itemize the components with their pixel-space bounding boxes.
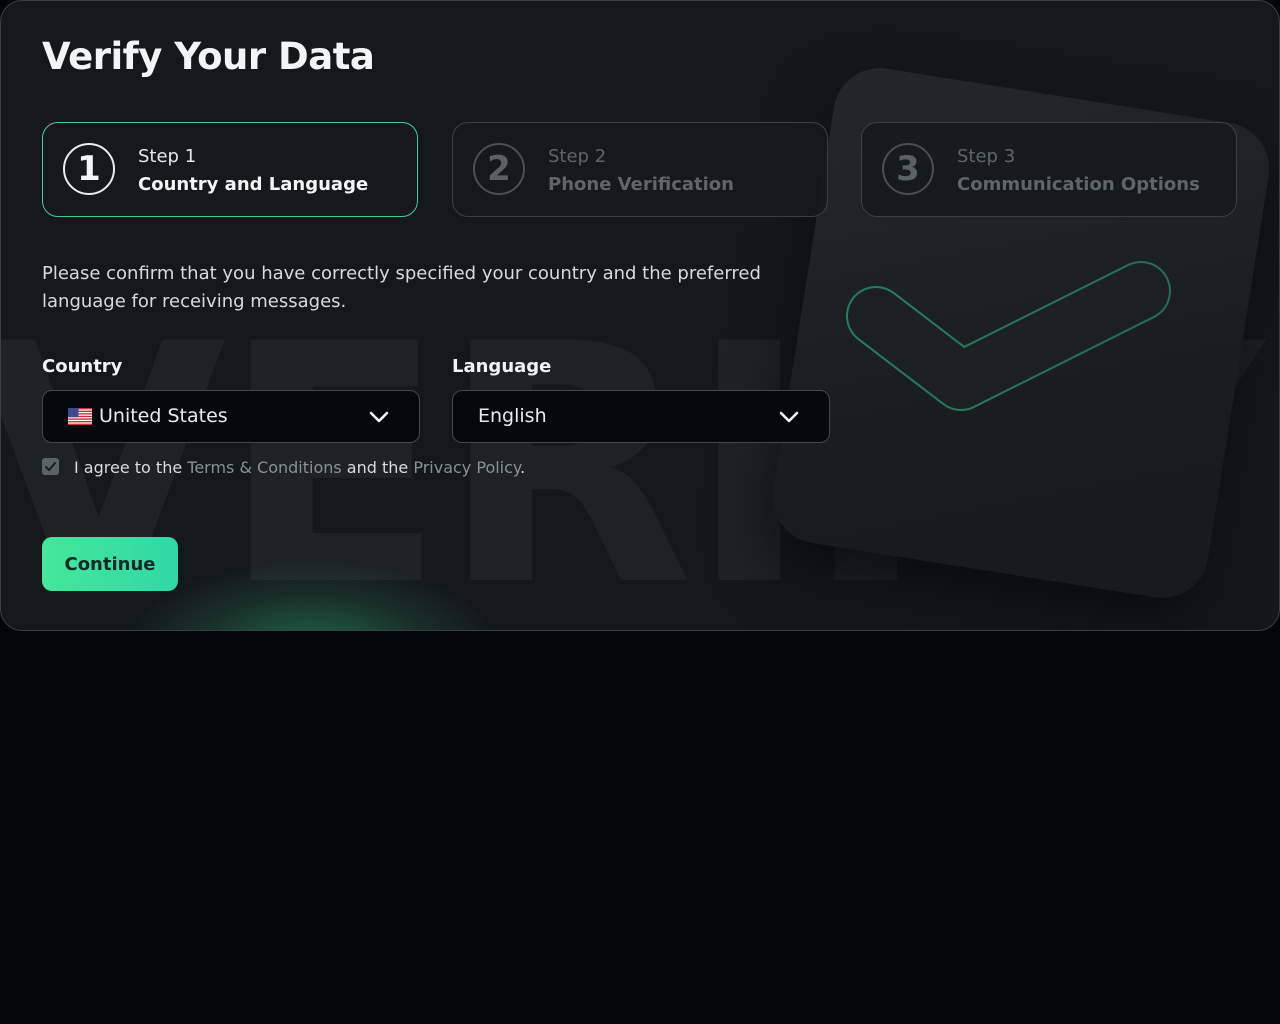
country-label: Country: [42, 356, 123, 377]
agreement-middle: and the: [341, 458, 414, 477]
chevron-down-icon: [779, 411, 799, 423]
description-text: Please confirm that you have correctly s…: [42, 263, 761, 312]
agreement-prefix: I agree to the: [74, 458, 188, 477]
step-label: Step 2: [548, 146, 607, 167]
checkmark-small-icon: [45, 462, 56, 471]
checkmark-icon: [846, 261, 1171, 411]
language-label: Language: [452, 356, 552, 377]
step-title: Phone Verification: [548, 174, 734, 195]
step-title: Communication Options: [957, 174, 1200, 195]
continue-button[interactable]: Continue: [42, 537, 178, 591]
page-title: Verify Your Data: [42, 35, 375, 78]
chevron-down-icon: [369, 411, 389, 423]
language-value: English: [478, 405, 547, 427]
step-number: 3: [882, 143, 934, 195]
step-phone-verification[interactable]: 2 Step 2 Phone Verification: [452, 122, 828, 217]
step-title: Country and Language: [138, 174, 369, 195]
agreement-suffix: .: [520, 458, 526, 477]
country-value: United States: [99, 405, 228, 427]
step-label: Step 3: [957, 146, 1016, 167]
verify-panel: VERIFY Verify Your Data 1 Step 1 Country…: [0, 0, 1280, 631]
us-flag-icon: [68, 408, 92, 425]
step-country-language[interactable]: 1 Step 1 Country and Language: [42, 122, 418, 217]
agree-checkbox[interactable]: [42, 458, 59, 475]
step-number: 1: [63, 143, 115, 195]
step-communication-options[interactable]: 3 Step 3 Communication Options: [861, 122, 1237, 217]
step-number: 2: [473, 143, 525, 195]
country-select[interactable]: United States: [42, 390, 420, 443]
language-select[interactable]: English: [452, 390, 830, 443]
terms-conditions-link[interactable]: Terms & Conditions: [187, 458, 341, 477]
step-label: Step 1: [138, 146, 197, 167]
privacy-policy-link[interactable]: Privacy Policy: [413, 458, 520, 477]
agreement-text: I agree to the Terms & Conditions and th…: [74, 458, 525, 477]
